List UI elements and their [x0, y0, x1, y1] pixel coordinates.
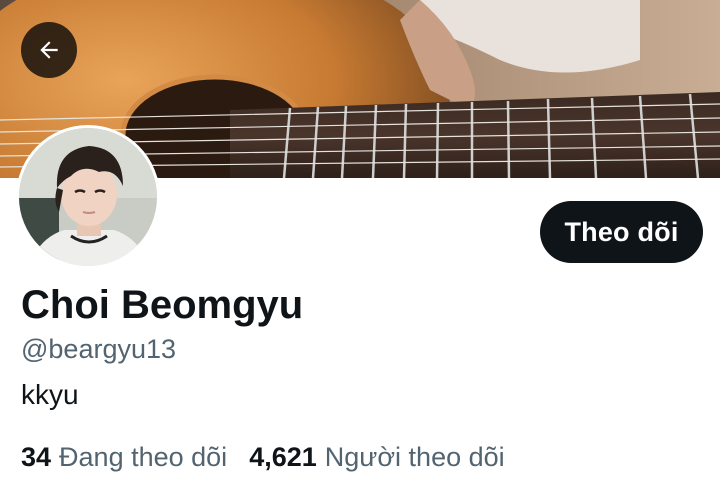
followers-count: 4,621 [249, 442, 317, 472]
followers-link[interactable]: 4,621 Người theo dõi [249, 442, 504, 473]
arrow-left-icon [40, 41, 58, 59]
back-button[interactable] [21, 22, 77, 78]
followers-label: Người theo dõi [324, 442, 505, 472]
profile-page: Theo dõi Choi Beomgyu @beargyu13 kkyu 34… [0, 0, 720, 502]
follow-button[interactable]: Theo dõi [540, 201, 703, 263]
avatar-image [19, 128, 157, 266]
following-link[interactable]: 34 Đang theo dõi [21, 442, 227, 473]
handle: @beargyu13 [21, 334, 177, 364]
display-name: Choi Beomgyu [21, 283, 304, 327]
bio: kkyu [21, 379, 79, 410]
avatar[interactable] [16, 125, 160, 269]
profile-stats: 34 Đang theo dõi 4,621 Người theo dõi [21, 442, 527, 473]
following-label: Đang theo dõi [59, 442, 228, 472]
following-count: 34 [21, 442, 52, 472]
